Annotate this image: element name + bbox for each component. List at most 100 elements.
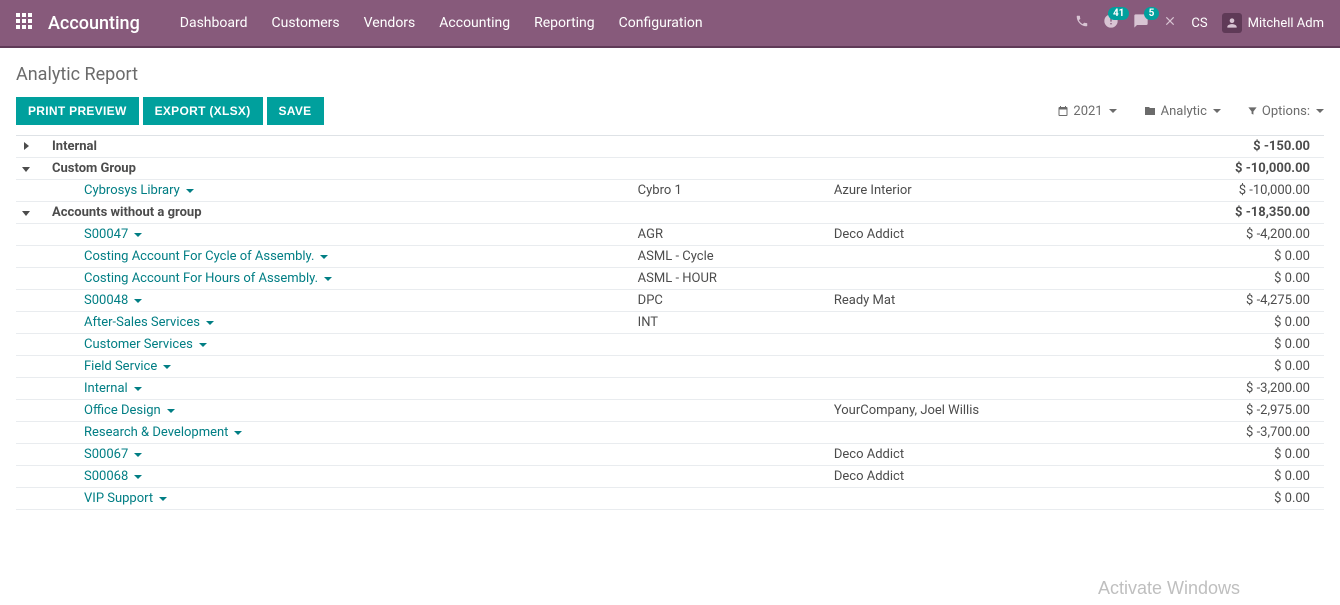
account-name: Costing Account For Hours of Assembly. xyxy=(36,271,638,286)
account-link[interactable]: VIP Support xyxy=(84,491,167,506)
chevron-down-icon xyxy=(134,299,142,303)
account-link[interactable]: Office Design xyxy=(84,403,175,418)
chevron-down-icon xyxy=(186,189,194,193)
nav-vendors[interactable]: Vendors xyxy=(364,15,416,31)
nav-reporting[interactable]: Reporting xyxy=(534,15,595,31)
chevron-down-icon xyxy=(234,431,242,435)
amount-cell: $ -3,200.00 xyxy=(1148,381,1324,396)
folder-icon xyxy=(1143,105,1157,117)
chevron-down-icon xyxy=(134,453,142,457)
reference-cell: AGR xyxy=(638,227,834,242)
amount-cell: $ 0.00 xyxy=(1148,337,1324,352)
chevron-down-icon xyxy=(159,497,167,501)
phone-icon[interactable] xyxy=(1075,14,1089,32)
account-link[interactable]: Customer Services xyxy=(84,337,207,352)
account-link[interactable]: S00048 xyxy=(84,293,142,308)
apps-grid-icon[interactable] xyxy=(16,13,32,33)
account-name: S00068 xyxy=(36,469,638,484)
table-row: Field Service $ 0.00 xyxy=(16,356,1324,378)
debug-icon[interactable] xyxy=(1163,14,1177,32)
partner-cell: YourCompany, Joel Willis xyxy=(834,403,1148,418)
windows-watermark: Activate Windows xyxy=(1098,578,1240,599)
group-name: Internal xyxy=(36,139,638,154)
user-menu[interactable]: Mitchell Adm xyxy=(1222,13,1324,33)
nav-customers[interactable]: Customers xyxy=(272,15,340,31)
options-filter[interactable]: Options: xyxy=(1247,104,1324,119)
table-row: Research & Development $ -3,700.00 xyxy=(16,422,1324,444)
nav-dashboard[interactable]: Dashboard xyxy=(180,15,248,31)
group-row[interactable]: Accounts without a group$ -18,350.00 xyxy=(16,202,1324,224)
table-row: After-Sales Services INT$ 0.00 xyxy=(16,312,1324,334)
account-link[interactable]: S00067 xyxy=(84,447,142,462)
chevron-down-icon xyxy=(320,255,328,259)
chevron-down-icon xyxy=(206,321,214,325)
user-name: Mitchell Adm xyxy=(1248,16,1324,31)
group-row[interactable]: Internal $ -150.00 xyxy=(16,136,1324,158)
group-amount: $ -18,350.00 xyxy=(1148,205,1324,220)
partner-cell: Ready Mat xyxy=(834,293,1148,308)
group-amount: $ -150.00 xyxy=(1148,139,1324,154)
chevron-down-icon xyxy=(1316,109,1324,113)
chevron-down-icon xyxy=(134,387,142,391)
amount-cell: $ 0.00 xyxy=(1148,315,1324,330)
options-label: Options: xyxy=(1262,104,1310,119)
nav-configuration[interactable]: Configuration xyxy=(619,15,703,31)
account-link[interactable]: Costing Account For Hours of Assembly. xyxy=(84,271,332,286)
navbar-right: 41 5 CS Mitchell Adm xyxy=(1075,13,1324,33)
amount-cell: $ -3,700.00 xyxy=(1148,425,1324,440)
export-xlsx-button[interactable]: EXPORT (XLSX) xyxy=(143,97,263,125)
group-amount: $ -10,000.00 xyxy=(1148,161,1324,176)
account-link[interactable]: Field Service xyxy=(84,359,171,374)
toolbar: PRINT PREVIEW EXPORT (XLSX) SAVE 2021 An… xyxy=(16,97,1324,125)
calendar-icon xyxy=(1057,105,1069,117)
amount-cell: $ -4,200.00 xyxy=(1148,227,1324,242)
toggle-icon[interactable] xyxy=(16,205,36,220)
discuss-icon[interactable]: 5 xyxy=(1133,13,1149,33)
table-row: Office Design YourCompany, Joel Willis$ … xyxy=(16,400,1324,422)
toggle-icon[interactable] xyxy=(16,139,36,154)
account-link[interactable]: After-Sales Services xyxy=(84,315,214,330)
activities-badge: 41 xyxy=(1108,7,1129,20)
app-brand[interactable]: Accounting xyxy=(48,13,140,34)
account-link[interactable]: Costing Account For Cycle of Assembly. xyxy=(84,249,328,264)
year-filter[interactable]: 2021 xyxy=(1057,104,1116,119)
amount-cell: $ 0.00 xyxy=(1148,469,1324,484)
save-button[interactable]: SAVE xyxy=(267,97,324,125)
analytic-label: Analytic xyxy=(1161,104,1207,119)
group-row[interactable]: Custom Group$ -10,000.00 xyxy=(16,158,1324,180)
account-name: Cybrosys Library xyxy=(36,183,638,198)
navbar: Accounting Dashboard Customers Vendors A… xyxy=(0,0,1340,46)
table-row: Cybrosys Library Cybro 1Azure Interior$ … xyxy=(16,180,1324,202)
account-link[interactable]: S00047 xyxy=(84,227,142,242)
table-row: Customer Services $ 0.00 xyxy=(16,334,1324,356)
analytic-filter[interactable]: Analytic xyxy=(1143,104,1221,119)
table-row: VIP Support $ 0.00 xyxy=(16,488,1324,510)
amount-cell: $ -10,000.00 xyxy=(1148,183,1324,198)
chevron-down-icon xyxy=(134,233,142,237)
chevron-down-icon xyxy=(1213,109,1221,113)
chevron-down-icon xyxy=(134,475,142,479)
reference-cell: ASML - HOUR xyxy=(638,271,834,286)
table-row: S00068 Deco Addict$ 0.00 xyxy=(16,466,1324,488)
chevron-down-icon xyxy=(163,365,171,369)
partner-cell: Deco Addict xyxy=(834,469,1148,484)
company-switcher[interactable]: CS xyxy=(1191,16,1207,31)
account-name: VIP Support xyxy=(36,491,638,506)
report-table: Internal $ -150.00 Custom Group$ -10,000.0… xyxy=(16,135,1324,510)
account-link[interactable]: Research & Development xyxy=(84,425,242,440)
print-preview-button[interactable]: PRINT PREVIEW xyxy=(16,97,139,125)
amount-cell: $ 0.00 xyxy=(1148,359,1324,374)
toggle-icon[interactable] xyxy=(16,161,36,176)
account-name: Research & Development xyxy=(36,425,638,440)
table-row: S00067 Deco Addict$ 0.00 xyxy=(16,444,1324,466)
account-link[interactable]: S00068 xyxy=(84,469,142,484)
account-name: Office Design xyxy=(36,403,638,418)
account-name: S00067 xyxy=(36,447,638,462)
reference-cell: DPC xyxy=(638,293,834,308)
amount-cell: $ 0.00 xyxy=(1148,491,1324,506)
account-link[interactable]: Cybrosys Library xyxy=(84,183,194,198)
nav-accounting[interactable]: Accounting xyxy=(439,15,510,31)
account-link[interactable]: Internal xyxy=(84,381,142,396)
activities-icon[interactable]: 41 xyxy=(1103,13,1119,33)
table-row: S00048 DPCReady Mat$ -4,275.00 xyxy=(16,290,1324,312)
